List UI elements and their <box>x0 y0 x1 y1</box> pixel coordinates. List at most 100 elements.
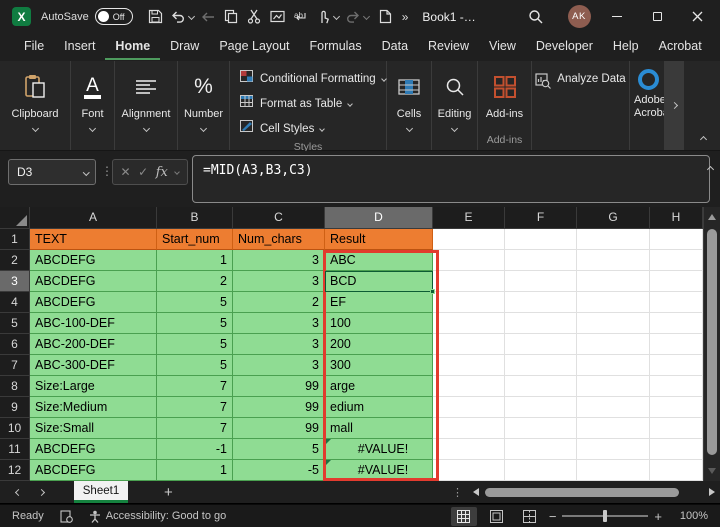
ribbon-overflow-button[interactable] <box>664 61 684 150</box>
cell-A7[interactable]: ABC-300-DEF <box>30 355 157 376</box>
name-box[interactable]: D3 <box>8 159 96 185</box>
tab-power-pivot[interactable]: Power Pivot <box>712 34 720 60</box>
zoom-out-button[interactable]: − <box>549 509 557 524</box>
cell-F12[interactable] <box>505 460 577 481</box>
col-header-H[interactable]: H <box>650 207 703 229</box>
cell-A12[interactable]: ABCDEFG <box>30 460 157 481</box>
cell-A9[interactable]: Size:Medium <box>30 397 157 418</box>
scroll-up-icon[interactable] <box>708 214 716 220</box>
analyze-data-button[interactable]: Analyze Data <box>532 61 630 150</box>
row-header-2[interactable]: 2 <box>0 250 30 271</box>
cell-D6[interactable]: 200 <box>325 334 433 355</box>
save-button[interactable] <box>145 6 166 28</box>
cell-A4[interactable]: ABCDEFG <box>30 292 157 313</box>
cell-F4[interactable] <box>505 292 577 313</box>
clipboard-group[interactable]: Clipboard <box>0 61 71 150</box>
cell-C10[interactable]: 99 <box>233 418 325 439</box>
cell-G4[interactable] <box>577 292 650 313</box>
copy-icon[interactable] <box>221 6 242 28</box>
row-header-10[interactable]: 10 <box>0 418 30 439</box>
cell-G11[interactable] <box>577 439 650 460</box>
cell-B2[interactable]: 1 <box>157 250 233 271</box>
cell-C8[interactable]: 99 <box>233 376 325 397</box>
cell-E8[interactable] <box>433 376 505 397</box>
cell-G10[interactable] <box>577 418 650 439</box>
cell-A1[interactable]: TEXT <box>30 229 157 250</box>
col-header-D[interactable]: D <box>325 207 433 229</box>
cell-A11[interactable]: ABCDEFG <box>30 439 157 460</box>
cell-D2[interactable]: ABC <box>325 250 433 271</box>
tab-acrobat[interactable]: Acrobat <box>649 34 712 60</box>
cell-G3[interactable] <box>577 271 650 292</box>
vertical-scroll-thumb[interactable] <box>707 229 717 455</box>
row-header-1[interactable]: 1 <box>0 229 30 250</box>
vertical-scrollbar[interactable] <box>703 207 720 481</box>
cell-C2[interactable]: 3 <box>233 250 325 271</box>
addins-group[interactable]: Add-ins Add-ins <box>478 61 532 150</box>
cell-H8[interactable] <box>650 376 703 397</box>
cell-C7[interactable]: 3 <box>233 355 325 376</box>
zoom-level[interactable]: 100% <box>674 510 708 522</box>
cell-G1[interactable] <box>577 229 650 250</box>
cell-E9[interactable] <box>433 397 505 418</box>
cell-A2[interactable]: ABCDEFG <box>30 250 157 271</box>
cell-F2[interactable] <box>505 250 577 271</box>
tab-view[interactable]: View <box>479 34 526 60</box>
col-header-A[interactable]: A <box>30 207 157 229</box>
cell-E6[interactable] <box>433 334 505 355</box>
tab-file[interactable]: File <box>14 34 54 60</box>
cell-H3[interactable] <box>650 271 703 292</box>
new-file-icon[interactable] <box>375 6 396 28</box>
cell-G2[interactable] <box>577 250 650 271</box>
cell-E5[interactable] <box>433 313 505 334</box>
account-avatar[interactable]: AK <box>564 5 594 29</box>
cell-G5[interactable] <box>577 313 650 334</box>
cell-H5[interactable] <box>650 313 703 334</box>
col-header-G[interactable]: G <box>577 207 650 229</box>
cell-B5[interactable]: 5 <box>157 313 233 334</box>
cell-H12[interactable] <box>650 460 703 481</box>
cell-C6[interactable]: 3 <box>233 334 325 355</box>
cell-E11[interactable] <box>433 439 505 460</box>
cell-B1[interactable]: Start_num <box>157 229 233 250</box>
scroll-left-icon[interactable] <box>473 488 479 496</box>
styles-item-format-as-table[interactable]: Format as Table <box>240 91 386 116</box>
cell-B3[interactable]: 2 <box>157 271 233 292</box>
zoom-in-button[interactable]: + <box>654 509 662 524</box>
touch-mode-icon[interactable] <box>313 6 334 28</box>
tab-home[interactable]: Home <box>105 34 160 60</box>
macro-record-icon[interactable] <box>60 510 73 523</box>
collapse-ribbon-icon[interactable] <box>700 136 707 143</box>
cell-E7[interactable] <box>433 355 505 376</box>
cell-H2[interactable] <box>650 250 703 271</box>
cell-G6[interactable] <box>577 334 650 355</box>
next-sheet-icon[interactable] <box>38 488 45 495</box>
sheet-tab-sheet1[interactable]: Sheet1 <box>74 481 128 503</box>
cell-B4[interactable]: 5 <box>157 292 233 313</box>
styles-item-conditional-formatting[interactable]: Conditional Formatting <box>240 66 386 91</box>
cell-G8[interactable] <box>577 376 650 397</box>
cell-D4[interactable]: EF <box>325 292 433 313</box>
zoom-slider-handle[interactable] <box>603 510 607 522</box>
search-icon[interactable] <box>520 5 550 29</box>
cell-G9[interactable] <box>577 397 650 418</box>
cell-H6[interactable] <box>650 334 703 355</box>
row-header-3[interactable]: 3 <box>0 271 30 292</box>
cell-B9[interactable]: 7 <box>157 397 233 418</box>
confirm-entry-icon[interactable]: ✓ <box>138 165 148 179</box>
tab-insert[interactable]: Insert <box>54 34 105 60</box>
prev-sheet-icon[interactable] <box>15 488 22 495</box>
row-header-7[interactable]: 7 <box>0 355 30 376</box>
horizontal-scroll-thumb[interactable] <box>485 488 679 497</box>
close-button[interactable] <box>682 5 712 29</box>
cell-C9[interactable]: 99 <box>233 397 325 418</box>
minimize-button[interactable] <box>602 5 632 29</box>
row-header-4[interactable]: 4 <box>0 292 30 313</box>
cell-H10[interactable] <box>650 418 703 439</box>
col-header-F[interactable]: F <box>505 207 577 229</box>
font-group[interactable]: A Font <box>71 61 115 150</box>
cell-F5[interactable] <box>505 313 577 334</box>
cell-B7[interactable]: 5 <box>157 355 233 376</box>
cell-C3[interactable]: 3 <box>233 271 325 292</box>
cell-F11[interactable] <box>505 439 577 460</box>
